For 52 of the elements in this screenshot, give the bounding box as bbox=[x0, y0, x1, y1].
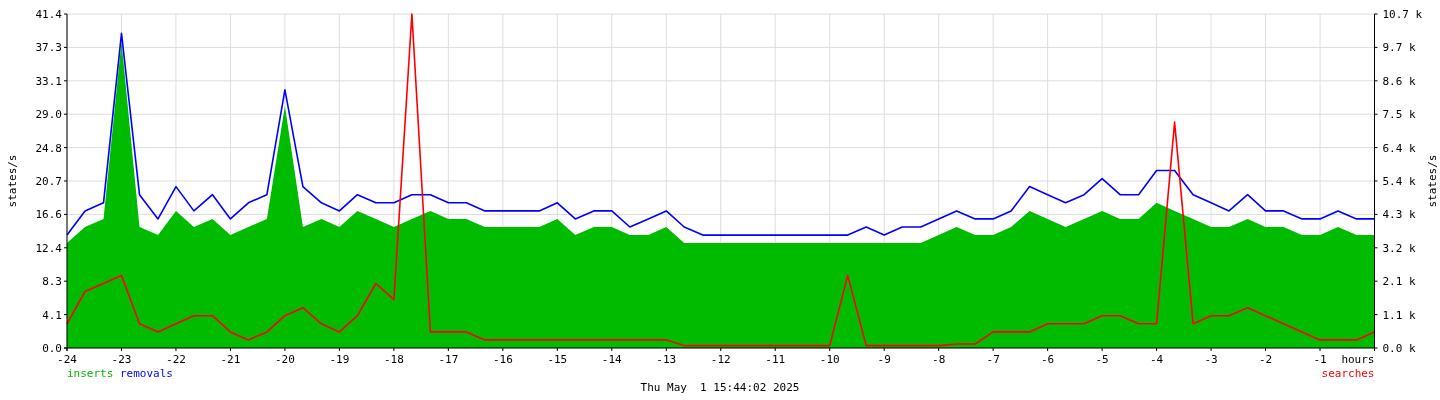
x-tick-label: -8 bbox=[932, 353, 946, 366]
x-tick-label: -19 bbox=[329, 353, 350, 366]
x-tick-label: -20 bbox=[275, 353, 295, 366]
x-tick-label: -9 bbox=[877, 353, 891, 366]
x-tick-label: -23 bbox=[111, 353, 132, 366]
x-tick-label: -22 bbox=[166, 353, 186, 366]
y-tick-label: 24.8 bbox=[35, 141, 62, 155]
y-tick-label: 37.3 bbox=[35, 41, 62, 55]
x-tick-label: -15 bbox=[547, 353, 568, 366]
x-tick-label: -11 bbox=[765, 353, 786, 366]
x-tick-label: -12 bbox=[710, 353, 731, 366]
y-tick-label: 8.6 k bbox=[1382, 74, 1416, 88]
y-axis-label: states/s bbox=[1426, 154, 1439, 208]
x-tick-label: -24 bbox=[57, 353, 77, 366]
legend-right: searches bbox=[1321, 367, 1375, 380]
y-tick-label: 41.4 bbox=[35, 8, 62, 21]
legend-left: inserts removals bbox=[67, 367, 173, 380]
y-tick-label: 4.1 bbox=[42, 308, 62, 322]
y-tick-label: 10.7 k bbox=[1382, 8, 1423, 21]
x-tick-label: -21 bbox=[220, 353, 241, 366]
y-tick-label: 7.5 k bbox=[1382, 108, 1416, 122]
x-tick-label: -16 bbox=[492, 353, 513, 366]
x-tick-label: -5 bbox=[1095, 353, 1109, 366]
x-tick-label: -2 bbox=[1258, 353, 1273, 366]
y-tick-label: 2.1 k bbox=[1382, 275, 1416, 289]
y-tick-label: 16.6 bbox=[35, 208, 62, 222]
x-axis-label: hours bbox=[1341, 353, 1375, 366]
y-axis-label: states/s bbox=[6, 154, 19, 208]
x-tick-label: -1 bbox=[1313, 353, 1327, 366]
y-tick-label: 0.0 k bbox=[1382, 342, 1416, 355]
y-tick-label: 33.1 bbox=[35, 74, 62, 88]
x-tick-label: -17 bbox=[438, 353, 459, 366]
y-tick-label: 12.4 bbox=[35, 241, 62, 255]
y-tick-label: 0.0 bbox=[42, 342, 62, 355]
y-tick-label: 6.4 k bbox=[1382, 141, 1416, 155]
x-tick-label: -18 bbox=[383, 353, 404, 366]
y-tick-label: 29.0 bbox=[35, 108, 62, 122]
x-tick-label: -14 bbox=[601, 353, 622, 366]
y-tick-label: 8.3 bbox=[42, 275, 62, 289]
x-tick-label: -10 bbox=[819, 353, 840, 366]
y-tick-label: 5.4 k bbox=[1382, 175, 1416, 188]
y-tick-label: 3.2 k bbox=[1382, 241, 1416, 255]
x-tick-label: -3 bbox=[1204, 353, 1218, 366]
timestamp: Thu May 1 15:44:02 2025 bbox=[640, 381, 800, 394]
y-tick-label: 20.7 bbox=[35, 175, 62, 188]
x-tick-label: -7 bbox=[986, 353, 1000, 366]
x-tick-label: -4 bbox=[1149, 353, 1164, 366]
x-tick-label: -13 bbox=[656, 353, 677, 366]
y-tick-label: 9.7 k bbox=[1382, 41, 1416, 55]
y-tick-label: 1.1 k bbox=[1382, 308, 1416, 322]
y-tick-label: 4.3 k bbox=[1382, 208, 1416, 222]
x-tick-label: -6 bbox=[1041, 353, 1055, 366]
